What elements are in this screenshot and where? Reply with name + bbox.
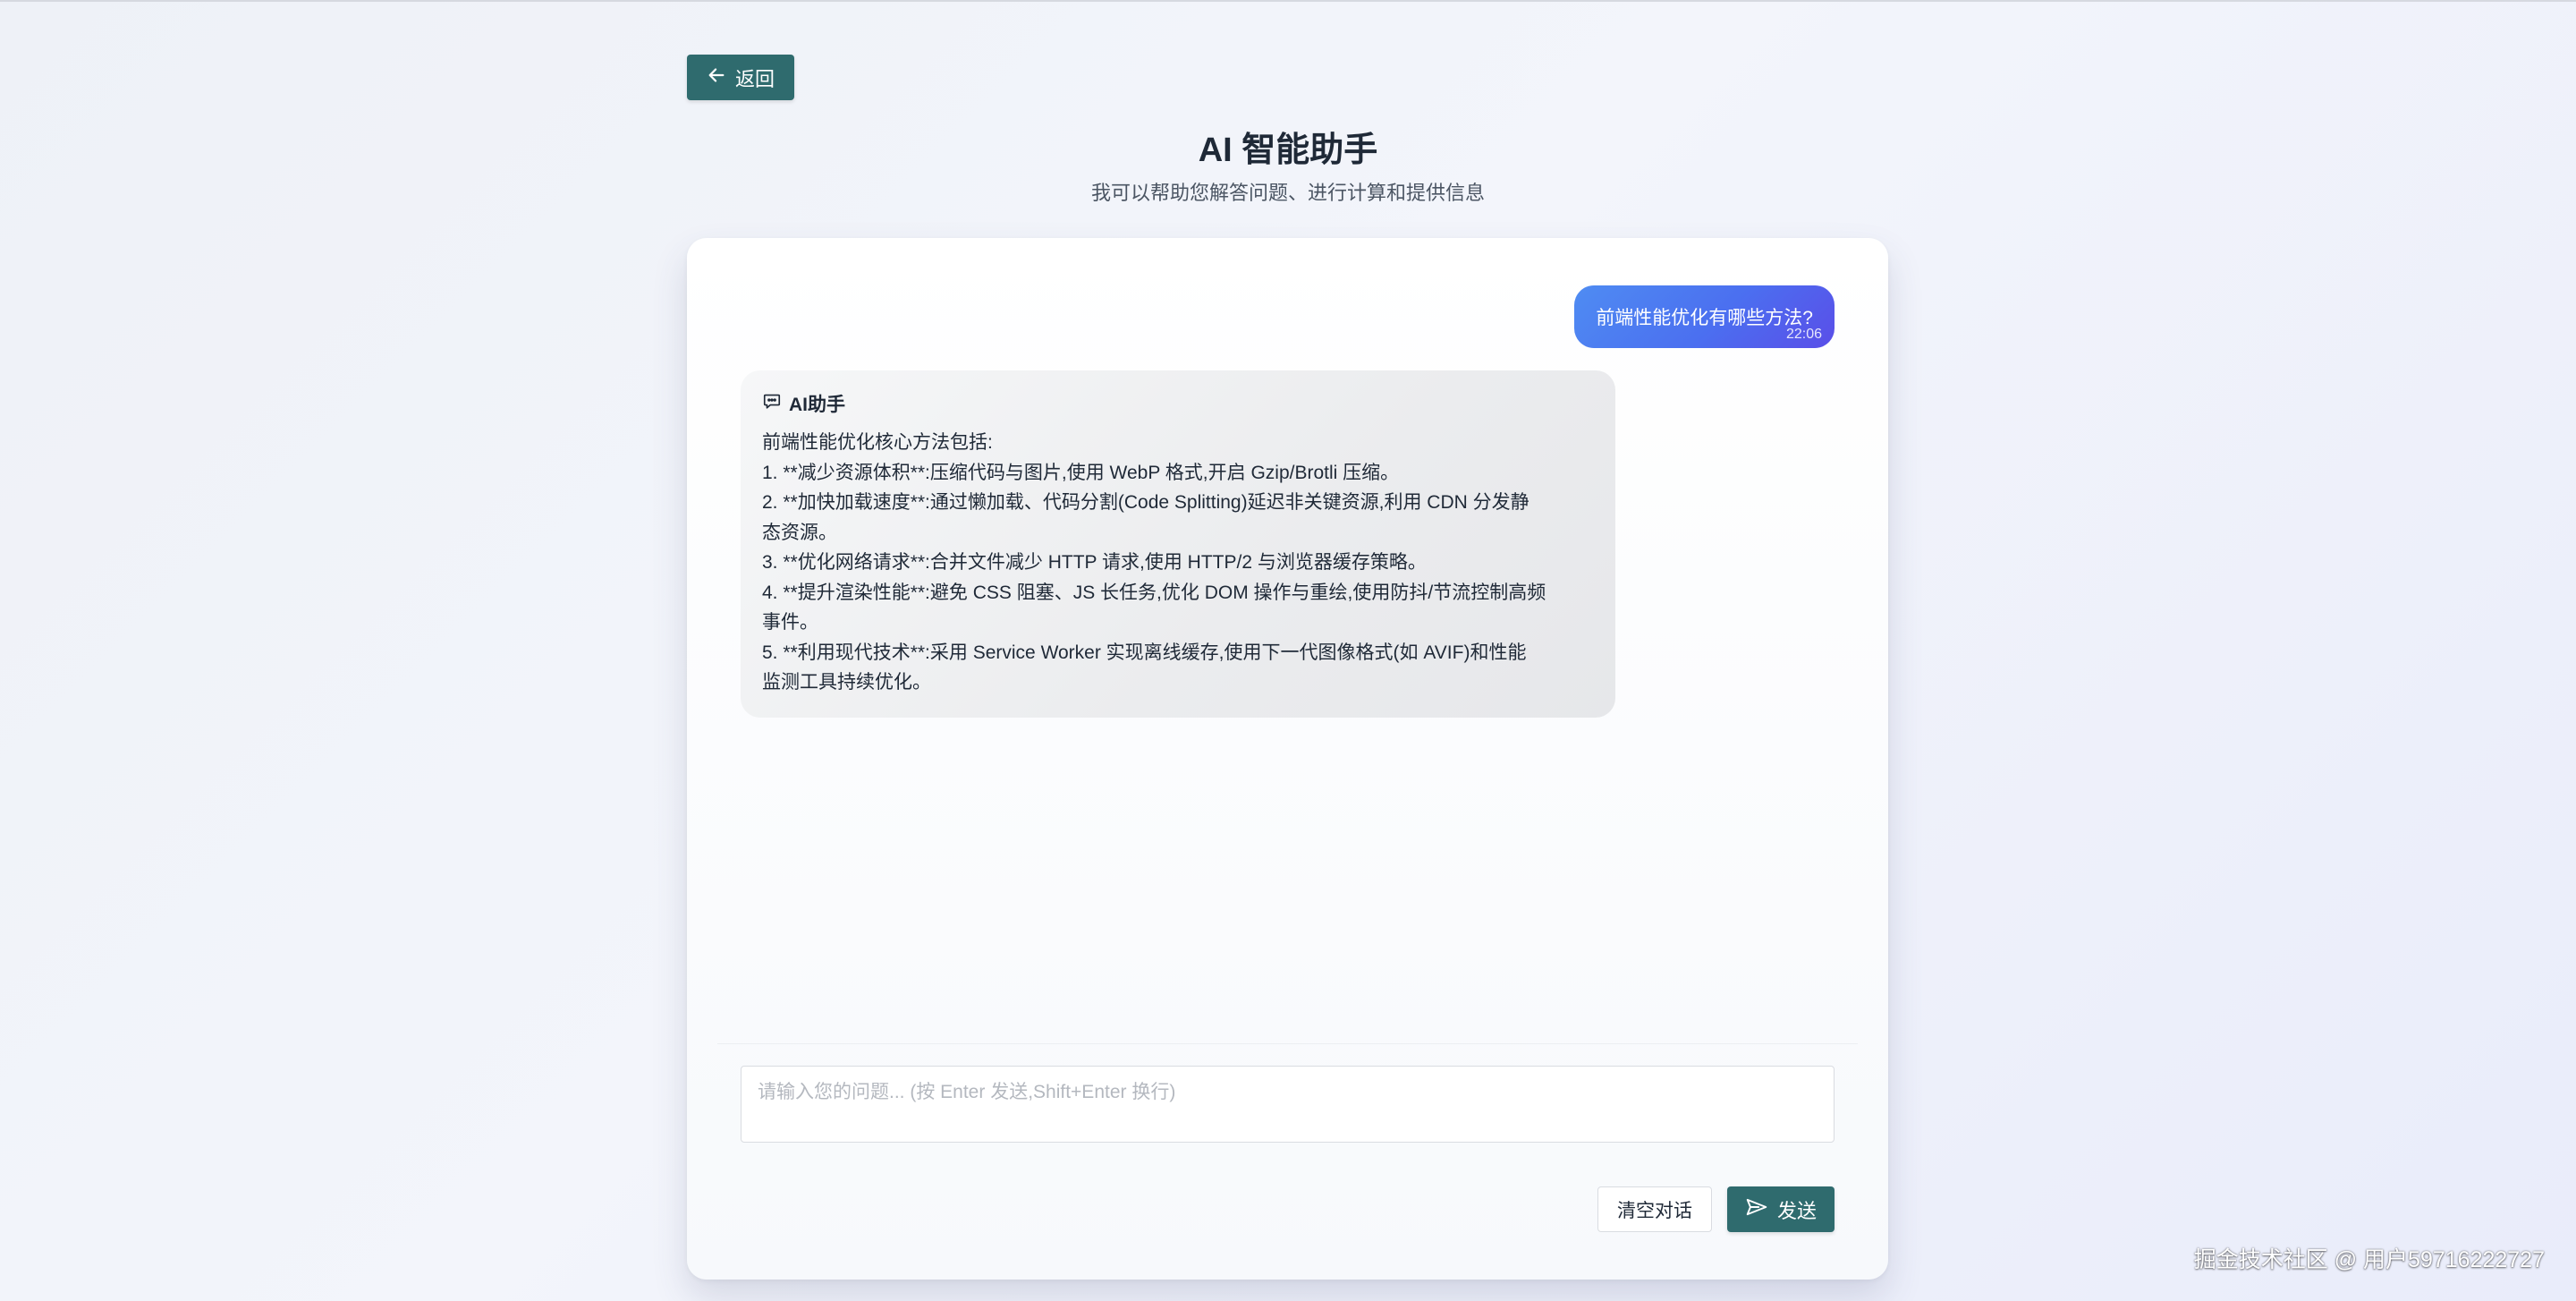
assistant-message-line: 3. **优化网络请求**:合并文件减少 HTTP 请求,使用 HTTP/2 与… (762, 552, 1427, 573)
assistant-message-line: 5. **利用现代技术**:采用 Service Worker 实现离线缓存,使… (762, 642, 1527, 663)
message-timestamp: 22:06 (1785, 327, 1822, 342)
user-message: 前端性能优化有哪些方法? 22:06 (1574, 285, 1835, 348)
assistant-message-line: 前端性能优化核心方法包括: (762, 432, 993, 453)
send-button[interactable]: 发送 (1727, 1186, 1835, 1232)
assistant-header: AI助手 (762, 390, 1594, 417)
message-list: 前端性能优化有哪些方法? 22:06 AI助手 前端性能优化核心方法包括: 1.… (687, 238, 1888, 1043)
page-subtitle: 我可以帮助您解答问题、进行计算和提供信息 (1090, 182, 1485, 204)
watermark: 掘金技术社区 @ 用户59716222727 (2193, 1247, 2545, 1272)
send-button-label: 发送 (1776, 1199, 1817, 1222)
page-title: AI 智能助手 (1198, 132, 1378, 169)
chat-bubble-icon (762, 391, 782, 416)
assistant-message-line: 事件。 (762, 612, 818, 633)
user-message-text: 前端性能优化有哪些方法? (1596, 308, 1813, 328)
composer-divider (717, 1043, 1858, 1044)
back-button[interactable]: 返回 (687, 55, 794, 100)
assistant-message-line: 态资源。 (762, 522, 837, 543)
assistant-message-line: 2. **加快加载速度**:通过懒加载、代码分割(Code Splitting)… (762, 492, 1530, 513)
clear-chat-label: 清空对话 (1617, 1200, 1692, 1221)
assistant-message-line: 监测工具持续优化。 (762, 672, 931, 693)
clear-chat-button[interactable]: 清空对话 (1597, 1186, 1712, 1232)
paper-plane-icon (1745, 1195, 1768, 1224)
assistant-message-line: 4. **提升渲染性能**:避免 CSS 阻塞、JS 长任务,优化 DOM 操作… (762, 582, 1546, 603)
message-input[interactable] (741, 1066, 1835, 1143)
assistant-name: AI助手 (789, 395, 845, 415)
back-button-label: 返回 (734, 67, 775, 90)
chat-panel: 前端性能优化有哪些方法? 22:06 AI助手 前端性能优化核心方法包括: 1.… (687, 238, 1888, 1280)
window-top-edge (0, 0, 2576, 2)
assistant-message: AI助手 前端性能优化核心方法包括: 1. **减少资源体积**:压缩代码与图片… (741, 370, 1615, 718)
assistant-message-line: 1. **减少资源体积**:压缩代码与图片,使用 WebP 格式,开启 Gzip… (762, 462, 1400, 483)
arrow-left-icon (707, 65, 726, 90)
